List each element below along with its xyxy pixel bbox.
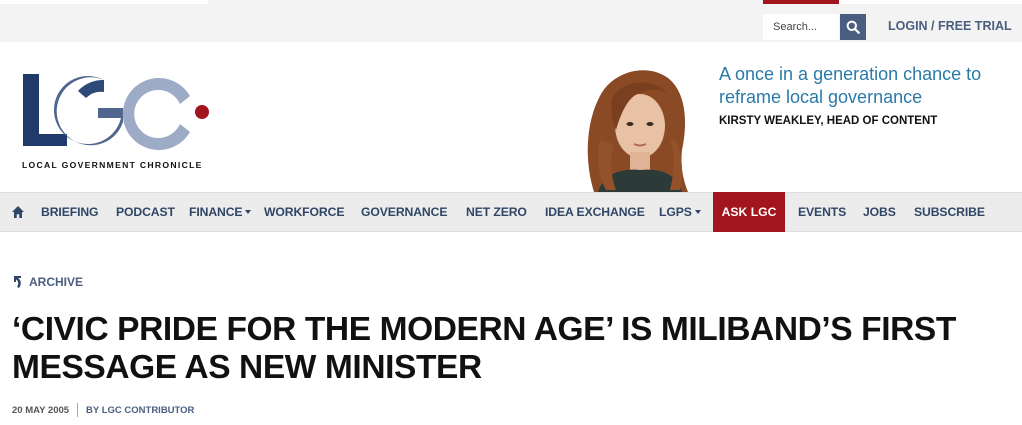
article-byline[interactable]: BY LGC CONTRIBUTOR — [86, 405, 194, 416]
nav-item-finance[interactable]: FINANCE — [189, 205, 252, 219]
article-meta: 20 MAY 2005 BY LGC CONTRIBUTOR — [12, 403, 194, 417]
nav-item-idea-exchange[interactable]: IDEA EXCHANGE — [545, 205, 645, 219]
search-icon — [846, 20, 860, 34]
nav-item-workforce[interactable]: WORKFORCE — [264, 205, 344, 219]
nav-item-podcast[interactable]: PODCAST — [116, 205, 175, 219]
nav-item-governance[interactable]: GOVERNANCE — [361, 205, 447, 219]
caret-down-icon — [694, 210, 701, 214]
nav-item-finance-label: FINANCE — [189, 205, 243, 219]
promo-author: KIRSTY WEAKLEY, HEAD OF CONTENT — [719, 115, 938, 127]
main-nav: BRIEFING PODCAST FINANCE WORKFORCE GOVER… — [0, 192, 1022, 232]
nav-item-subscribe[interactable]: SUBSCRIBE — [914, 205, 985, 219]
archive-arrow-icon — [14, 276, 21, 288]
top-bar-accent-right — [839, 0, 1022, 4]
nav-item-briefing[interactable]: BRIEFING — [41, 205, 99, 219]
author-photo[interactable] — [576, 60, 698, 192]
lgc-logo-mark — [23, 74, 209, 150]
promo-headline-link[interactable]: A once in a generation chance to reframe… — [719, 63, 1019, 109]
section-archive-link[interactable]: ARCHIVE — [13, 275, 83, 289]
nav-item-ask-lgc[interactable]: ASK LGC — [713, 192, 785, 232]
nav-item-lgps[interactable]: LGPS — [659, 205, 701, 219]
top-bar-accent-red — [763, 0, 839, 4]
home-icon[interactable] — [11, 205, 25, 219]
article-headline: ‘CIVIC PRIDE FOR THE MODERN AGE’ IS MILI… — [12, 311, 956, 386]
nav-item-events[interactable]: EVENTS — [798, 205, 846, 219]
top-bar-accent-left — [0, 0, 208, 4]
article-date: 20 MAY 2005 — [12, 404, 70, 416]
top-bar: Search... LOGIN / FREE TRIAL — [0, 0, 1022, 42]
login-free-trial-link[interactable]: LOGIN / FREE TRIAL — [888, 19, 1012, 33]
caret-down-icon — [245, 210, 252, 214]
search-input[interactable]: Search... — [763, 14, 839, 40]
nav-item-lgps-label: LGPS — [659, 205, 692, 219]
nav-item-jobs[interactable]: JOBS — [863, 205, 896, 219]
section-label: ARCHIVE — [29, 275, 84, 289]
nav-item-net-zero[interactable]: NET ZERO — [466, 205, 527, 219]
search-button[interactable] — [840, 14, 866, 40]
logo-tagline: LOCAL GOVERNMENT CHRONICLE — [22, 160, 203, 170]
meta-divider — [77, 403, 79, 417]
